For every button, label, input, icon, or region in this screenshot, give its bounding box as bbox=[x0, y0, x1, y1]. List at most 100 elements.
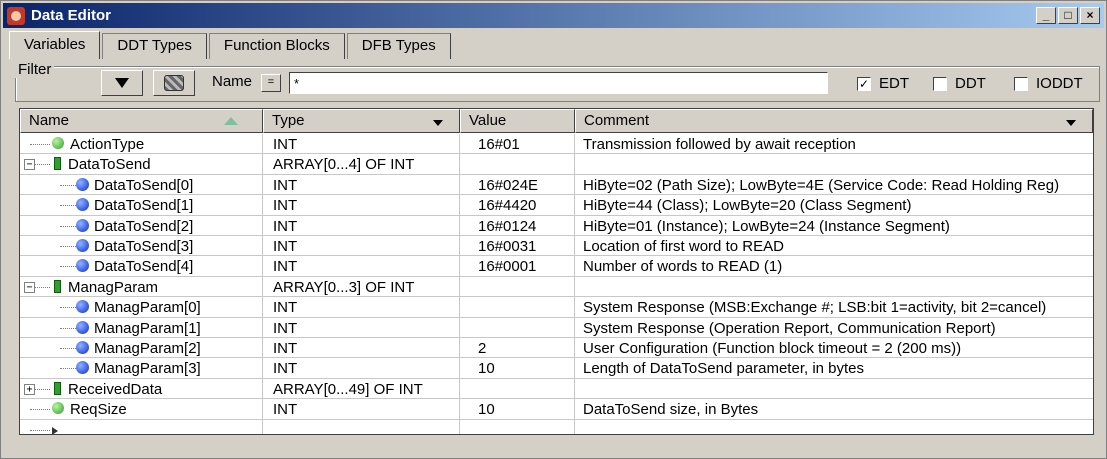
type-cell[interactable]: ARRAY[0...49] OF INT bbox=[263, 378, 460, 399]
type-cell[interactable]: INT bbox=[263, 358, 460, 378]
close-button[interactable]: × bbox=[1080, 7, 1100, 24]
comment-cell[interactable] bbox=[575, 154, 1093, 173]
equals-button[interactable]: = bbox=[261, 74, 281, 92]
maximize-button[interactable]: □ bbox=[1058, 7, 1078, 24]
name-cell[interactable]: ActionType bbox=[20, 134, 263, 154]
name-cell[interactable] bbox=[20, 419, 263, 434]
minimize-button[interactable]: _ bbox=[1036, 7, 1056, 24]
edt-checkbox[interactable]: ✓ EDT bbox=[857, 75, 909, 92]
name-cell[interactable]: − ManagParam bbox=[20, 276, 263, 297]
table-row[interactable]: ManagParam[3] INT 10 Length of DataToSend p… bbox=[20, 358, 1093, 379]
value-cell[interactable]: 10 bbox=[460, 358, 575, 378]
name-cell[interactable]: − DataToSend bbox=[20, 154, 263, 174]
ioddt-checkbox[interactable]: IODDT bbox=[1014, 75, 1083, 92]
value-cell[interactable]: 10 bbox=[460, 399, 575, 419]
column-header-type[interactable]: Type bbox=[263, 109, 460, 133]
value-cell[interactable] bbox=[460, 419, 575, 434]
table-row[interactable]: ActionType INT 16#01 Transmission followed … bbox=[20, 134, 1093, 155]
variables-grid: Name Type Value Comment ActionType INT 16#… bbox=[19, 108, 1094, 435]
filter-settings-button[interactable] bbox=[153, 70, 195, 96]
collapse-icon[interactable]: − bbox=[24, 159, 35, 171]
name-cell[interactable]: ManagParam[3] bbox=[20, 358, 263, 378]
table-row[interactable]: DataToSend[1] INT 16#4420 HiByte=44 (Class)… bbox=[20, 195, 1093, 216]
name-cell[interactable]: DataToSend[0] bbox=[20, 174, 263, 195]
table-row[interactable]: ReqSize INT 10 DataToSend size, in Bytes bbox=[20, 399, 1093, 420]
comment-cell[interactable]: HiByte=02 (Path Size); LowByte=4E (Servi… bbox=[575, 175, 1093, 194]
type-cell[interactable]: INT bbox=[263, 317, 460, 337]
table-row[interactable]: ManagParam[2] INT 2 User Configuration (Fun… bbox=[20, 338, 1093, 359]
comment-cell[interactable]: HiByte=01 (Instance); LowByte=24 (Instan… bbox=[575, 216, 1093, 235]
table-row[interactable]: DataToSend[3] INT 16#0031 Location of first… bbox=[20, 236, 1093, 257]
value-cell[interactable] bbox=[460, 317, 575, 337]
type-cell[interactable] bbox=[263, 419, 460, 434]
collapse-icon[interactable]: − bbox=[24, 281, 35, 293]
name-cell[interactable]: DataToSend[4] bbox=[20, 256, 263, 276]
type-cell[interactable]: INT bbox=[263, 174, 460, 195]
comment-cell[interactable]: System Response (Operation Report, Commu… bbox=[575, 318, 1093, 337]
expand-icon[interactable]: + bbox=[24, 383, 35, 395]
ddt-checkbox[interactable]: DDT bbox=[933, 75, 986, 92]
type-cell[interactable]: INT bbox=[263, 236, 460, 256]
filter-apply-button[interactable] bbox=[101, 70, 143, 96]
type-cell[interactable]: INT bbox=[263, 195, 460, 215]
column-header-comment[interactable]: Comment bbox=[575, 109, 1093, 133]
type-cell[interactable]: INT bbox=[263, 215, 460, 235]
table-row[interactable]: DataToSend[2] INT 16#0124 HiByte=01 (Instan… bbox=[20, 215, 1093, 236]
comment-cell[interactable]: User Configuration (Function block timeo… bbox=[575, 338, 1093, 357]
type-cell[interactable]: ARRAY[0...3] OF INT bbox=[263, 276, 460, 297]
value-cell[interactable] bbox=[460, 297, 575, 317]
checkbox-label: EDT bbox=[879, 75, 909, 92]
type-cell[interactable]: INT bbox=[263, 297, 460, 317]
name-cell[interactable]: + ReceivedData bbox=[20, 378, 263, 399]
value-cell[interactable] bbox=[460, 378, 575, 399]
name-filter-input[interactable] bbox=[289, 72, 828, 94]
name-cell[interactable]: ManagParam[1] bbox=[20, 317, 263, 337]
name-cell[interactable]: DataToSend[2] bbox=[20, 215, 263, 235]
type-cell[interactable]: INT bbox=[263, 256, 460, 276]
comment-cell[interactable]: Transmission followed by await reception bbox=[575, 134, 1093, 153]
type-cell[interactable]: INT bbox=[263, 134, 460, 154]
comment-cell[interactable]: HiByte=44 (Class); LowByte=20 (Class Seg… bbox=[575, 195, 1093, 214]
comment-cell[interactable]: Length of DataToSend parameter, in bytes bbox=[575, 358, 1093, 377]
table-row[interactable]: ManagParam[1] INT System Response (Operati… bbox=[20, 317, 1093, 338]
comment-cell[interactable] bbox=[575, 420, 1093, 434]
tab-ddt-types[interactable]: DDT Types bbox=[102, 33, 207, 59]
type-cell[interactable]: INT bbox=[263, 399, 460, 419]
table-row[interactable]: DataToSend[4] INT 16#0001 Number of words t… bbox=[20, 256, 1093, 277]
comment-cell[interactable] bbox=[575, 277, 1093, 296]
tab-dfb-types[interactable]: DFB Types bbox=[346, 33, 451, 59]
value-cell[interactable]: 16#0001 bbox=[460, 256, 575, 276]
table-row[interactable]: + ReceivedData ARRAY[0...49] OF INT bbox=[20, 378, 1093, 400]
name-cell[interactable]: ManagParam[0] bbox=[20, 297, 263, 317]
comment-cell[interactable]: Number of words to READ (1) bbox=[575, 256, 1093, 275]
name-cell[interactable]: DataToSend[3] bbox=[20, 236, 263, 256]
comment-cell[interactable] bbox=[575, 379, 1093, 398]
value-cell[interactable]: 2 bbox=[460, 338, 575, 358]
value-cell[interactable]: 16#024E bbox=[460, 174, 575, 195]
table-row[interactable]: DataToSend[0] INT 16#024E HiByte=02 (Path S… bbox=[20, 174, 1093, 196]
value-cell[interactable]: 16#0031 bbox=[460, 236, 575, 256]
comment-cell[interactable]: System Response (MSB:Exchange #; LSB:bit… bbox=[575, 297, 1093, 316]
table-row[interactable] bbox=[20, 419, 1093, 434]
column-header-value[interactable]: Value bbox=[460, 109, 575, 133]
value-cell[interactable] bbox=[460, 276, 575, 297]
comment-cell[interactable]: DataToSend size, in Bytes bbox=[575, 399, 1093, 418]
column-header-name[interactable]: Name bbox=[20, 109, 263, 133]
table-row[interactable]: − DataToSend ARRAY[0...4] OF INT bbox=[20, 154, 1093, 175]
tab-function-blocks[interactable]: Function Blocks bbox=[208, 33, 345, 59]
funnel-icon bbox=[115, 78, 129, 88]
value-cell[interactable] bbox=[460, 154, 575, 174]
comment-cell[interactable]: Location of first word to READ bbox=[575, 236, 1093, 255]
value-cell[interactable]: 16#0124 bbox=[460, 215, 575, 235]
name-cell[interactable]: ReqSize bbox=[20, 399, 263, 419]
type-cell[interactable]: INT bbox=[263, 338, 460, 358]
tab-variables[interactable]: Variables bbox=[9, 31, 101, 59]
table-row[interactable]: ManagParam[0] INT System Response (MSB:Exc… bbox=[20, 297, 1093, 318]
table-row[interactable]: − ManagParam ARRAY[0...3] OF INT bbox=[20, 276, 1093, 298]
type-cell[interactable]: ARRAY[0...4] OF INT bbox=[263, 154, 460, 174]
name-cell[interactable]: DataToSend[1] bbox=[20, 195, 263, 215]
value-cell[interactable]: 16#4420 bbox=[460, 195, 575, 215]
elementary-variable-icon bbox=[52, 402, 64, 415]
name-cell[interactable]: ManagParam[2] bbox=[20, 338, 263, 358]
value-cell[interactable]: 16#01 bbox=[460, 134, 575, 154]
